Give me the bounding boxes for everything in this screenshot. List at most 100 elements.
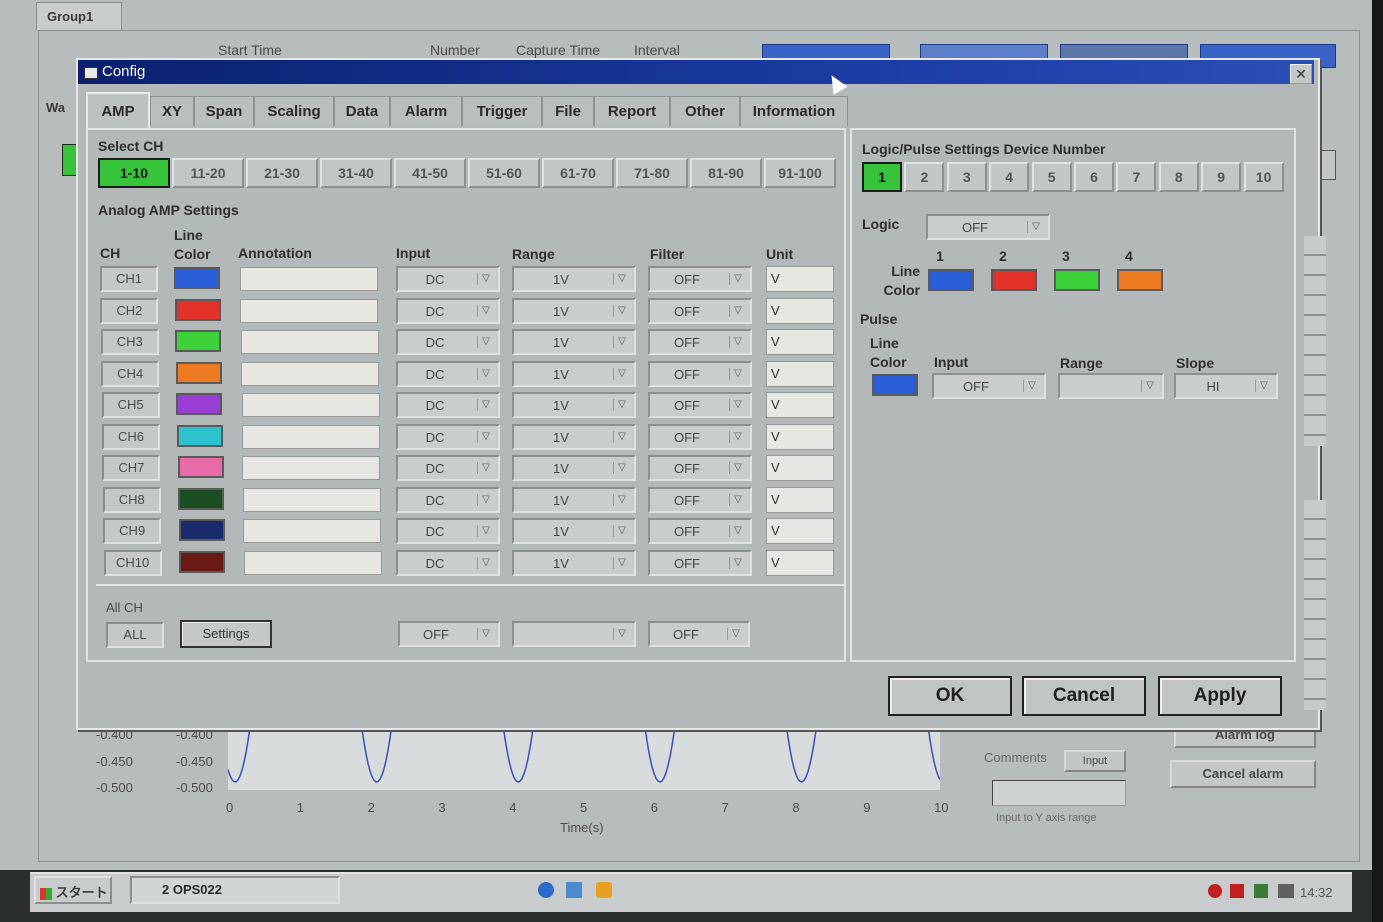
ch-group-61-70[interactable]: 61-70 [542, 158, 614, 188]
filter-dropdown[interactable]: OFF ▽ [648, 423, 752, 450]
all-range-dropdown[interactable]: ▽ [512, 621, 636, 647]
line-color-swatch[interactable] [178, 519, 225, 541]
line-color-swatch[interactable] [175, 361, 222, 384]
pulse-range-dropdown[interactable]: ▽ [1058, 373, 1164, 399]
filter-dropdown[interactable]: OFF ▽ [648, 549, 752, 576]
all-filter-dropdown[interactable]: OFF ▽ [648, 621, 750, 647]
input-dropdown[interactable]: DC ▽ [396, 360, 500, 387]
tab-alarm[interactable]: Alarm [390, 96, 462, 126]
annotation-field[interactable] [240, 267, 378, 291]
slope-dropdown[interactable]: HI ▽ [1174, 373, 1278, 399]
range-dropdown[interactable]: 1V ▽ [512, 360, 636, 387]
filter-dropdown[interactable]: OFF ▽ [648, 266, 752, 292]
filter-dropdown[interactable]: OFF ▽ [648, 486, 752, 513]
unit-field[interactable]: V [766, 455, 834, 481]
ch-button[interactable]: CH8 [102, 486, 161, 513]
ch-group-91-100[interactable]: 91-100 [764, 158, 836, 188]
filter-dropdown[interactable]: OFF ▽ [648, 297, 752, 324]
ch-button[interactable]: CH2 [100, 297, 159, 324]
browser-icon[interactable] [538, 882, 554, 898]
side-tab[interactable]: Wa [46, 100, 65, 115]
range-dropdown[interactable]: 1V ▽ [512, 518, 636, 544]
ch-group-51-60[interactable]: 51-60 [468, 158, 540, 188]
ch-group-11-20[interactable]: 11-20 [172, 158, 244, 188]
input-dropdown[interactable]: DC ▽ [396, 455, 500, 481]
logic-color-swatch[interactable] [928, 269, 974, 291]
ch-group-81-90[interactable]: 81-90 [690, 158, 762, 188]
ch-group-1-10[interactable]: 1-10 [98, 158, 170, 188]
range-dropdown[interactable]: 1V ▽ [512, 455, 636, 481]
tab-report[interactable]: Report [594, 96, 670, 126]
start-button[interactable]: スタート [34, 876, 112, 904]
dialog-titlebar[interactable]: Config [78, 60, 1314, 84]
annotation-field[interactable] [242, 487, 381, 512]
tab-file[interactable]: File [542, 96, 594, 126]
ch-button[interactable]: CH4 [101, 360, 160, 387]
explorer-icon[interactable] [566, 882, 582, 898]
input-dropdown[interactable]: DC ▽ [396, 329, 500, 355]
all-input-dropdown[interactable]: OFF ▽ [398, 621, 500, 647]
unit-field[interactable]: V [766, 266, 834, 292]
input-dropdown[interactable]: DC ▽ [396, 486, 500, 513]
unit-field[interactable]: V [766, 486, 834, 513]
annotation-field[interactable] [243, 519, 382, 543]
range-dropdown[interactable]: 1V ▽ [512, 329, 636, 355]
tab-information[interactable]: Information [740, 96, 848, 126]
background-scroll-strip[interactable] [1304, 236, 1326, 446]
line-color-swatch[interactable] [177, 456, 224, 478]
unit-field[interactable]: V [766, 549, 834, 576]
device-button-6[interactable]: 6 [1074, 162, 1114, 192]
comments-field[interactable] [992, 780, 1126, 806]
device-button-8[interactable]: 8 [1158, 162, 1199, 192]
ch-button[interactable]: CH3 [100, 329, 159, 355]
media-icon[interactable] [596, 882, 612, 898]
line-color-swatch[interactable] [174, 298, 221, 321]
device-button-7[interactable]: 7 [1116, 162, 1157, 192]
input-button[interactable]: Input [1064, 750, 1126, 772]
filter-dropdown[interactable]: OFF ▽ [648, 329, 752, 355]
cancel-alarm-button[interactable]: Cancel alarm [1170, 760, 1316, 788]
filter-dropdown[interactable]: OFF ▽ [648, 455, 752, 481]
unit-field[interactable]: V [766, 423, 834, 450]
input-dropdown[interactable]: DC ▽ [396, 549, 500, 576]
tab-data[interactable]: Data [334, 96, 390, 126]
group-tab[interactable]: Group1 [36, 2, 122, 30]
ch-button[interactable]: CH1 [100, 266, 158, 292]
ch-button[interactable]: CH5 [101, 392, 160, 418]
line-color-swatch[interactable] [177, 424, 223, 447]
apply-button[interactable]: Apply [1158, 676, 1282, 716]
annotation-field[interactable] [240, 298, 379, 323]
input-dropdown[interactable]: DC ▽ [396, 518, 500, 544]
settings-button[interactable]: Settings [180, 620, 272, 648]
range-dropdown[interactable]: 1V ▽ [512, 297, 636, 324]
cancel-button[interactable]: Cancel [1022, 676, 1146, 716]
logic-color-swatch[interactable] [991, 269, 1037, 291]
ch-button[interactable]: CH6 [102, 423, 160, 450]
network-icon[interactable] [1230, 884, 1244, 898]
unit-field[interactable]: V [766, 360, 834, 387]
tab-scaling[interactable]: Scaling [254, 96, 334, 126]
input-dropdown[interactable]: DC ▽ [396, 392, 500, 418]
input-dropdown[interactable]: DC ▽ [396, 423, 500, 450]
range-dropdown[interactable]: 1V ▽ [512, 392, 636, 418]
device-button-5[interactable]: 5 [1031, 162, 1072, 192]
ch-button[interactable]: CH9 [103, 518, 162, 544]
tab-span[interactable]: Span [194, 96, 254, 126]
ch-group-71-80[interactable]: 71-80 [616, 158, 688, 188]
ch-group-21-30[interactable]: 21-30 [246, 158, 318, 188]
line-color-swatch[interactable] [178, 487, 225, 510]
logic-color-swatch[interactable] [1117, 269, 1163, 291]
device-button-3[interactable]: 3 [946, 162, 987, 192]
range-dropdown[interactable]: 1V ▽ [512, 423, 636, 450]
unit-field[interactable]: V [766, 329, 834, 355]
close-button[interactable]: ✕ [1290, 64, 1312, 84]
logic-color-swatch[interactable] [1054, 269, 1100, 291]
device-button-2[interactable]: 2 [904, 162, 945, 192]
input-dropdown[interactable]: DC ▽ [396, 266, 500, 292]
device-button-9[interactable]: 9 [1201, 162, 1242, 192]
device-button-10[interactable]: 10 [1243, 162, 1284, 192]
ok-button[interactable]: OK [888, 676, 1012, 716]
device-button-4[interactable]: 4 [989, 162, 1030, 192]
tab-amp[interactable]: AMP [86, 92, 150, 128]
line-color-swatch[interactable] [179, 550, 226, 573]
